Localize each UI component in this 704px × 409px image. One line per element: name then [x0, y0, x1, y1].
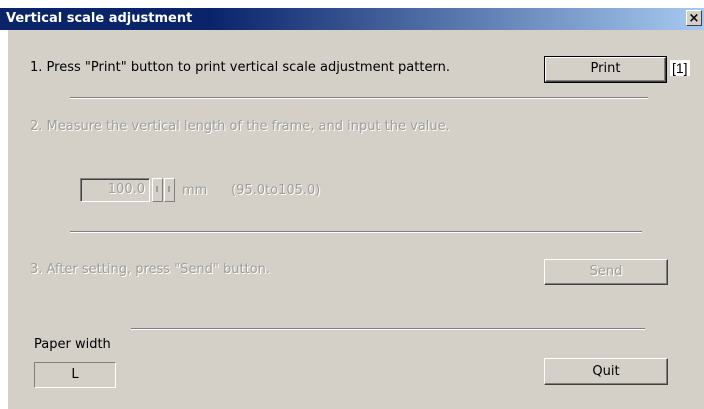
send-button[interactable]: Send — [544, 259, 668, 285]
step2-instruction: 2. Measure the vertical length of the fr… — [30, 119, 450, 134]
dialog-body: 1. Press "Print" button to print vertica… — [8, 30, 704, 409]
paper-width-value: L — [34, 362, 116, 388]
print-button[interactable]: Print — [544, 56, 667, 83]
length-input[interactable]: 100.0 — [80, 178, 150, 202]
range-label: (95.0to105.0) — [231, 183, 321, 198]
title-bar[interactable]: Vertical scale adjustment × — [0, 8, 704, 30]
paper-width-label: Paper width — [34, 337, 111, 352]
spin-up-icon — [168, 186, 170, 192]
length-spinner[interactable] — [152, 178, 176, 202]
quit-button[interactable]: Quit — [544, 358, 668, 385]
step1-instruction: 1. Press "Print" button to print vertica… — [30, 60, 450, 75]
spin-down-button[interactable] — [152, 178, 163, 202]
separator — [70, 231, 642, 233]
callout-label: [1] — [670, 60, 690, 76]
dialog-window: Vertical scale adjustment × 1. Press "Pr… — [0, 0, 704, 409]
close-icon: × — [688, 11, 700, 26]
unit-label: mm — [182, 183, 208, 198]
close-button[interactable]: × — [686, 10, 702, 26]
step3-instruction: 3. After setting, press "Send" button. — [30, 262, 271, 277]
separator — [131, 328, 645, 330]
spin-up-button[interactable] — [164, 178, 175, 202]
window-title: Vertical scale adjustment — [6, 11, 193, 26]
spin-down-icon — [156, 186, 158, 192]
separator — [70, 97, 648, 99]
